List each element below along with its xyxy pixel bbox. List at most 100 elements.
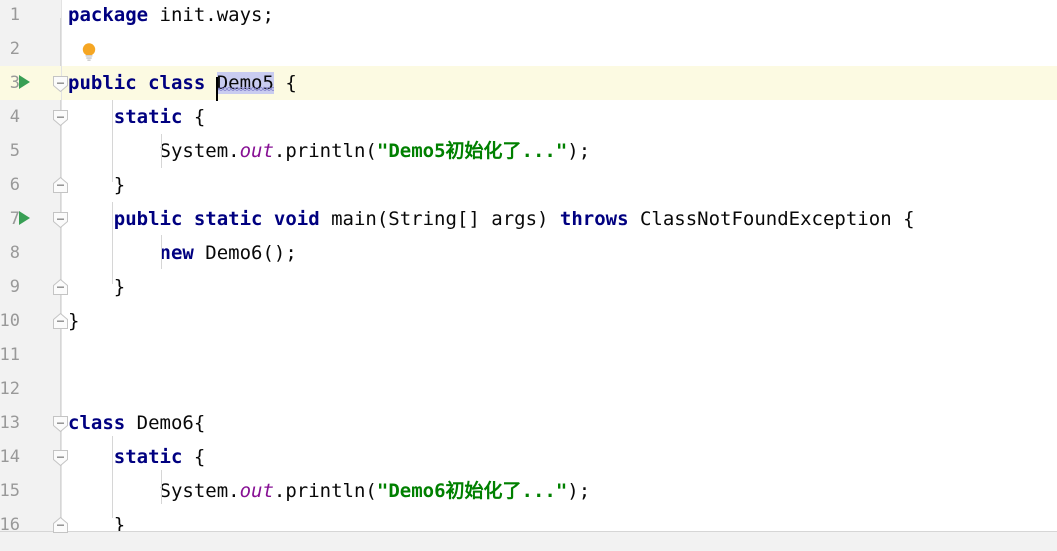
text-caret: [215, 77, 218, 101]
code-token: package: [68, 4, 149, 26]
indent-guide: [112, 202, 113, 284]
code-line[interactable]: new Demo6();: [62, 236, 1057, 270]
code-token: main(String[] args): [331, 208, 560, 230]
code-line-text: }: [68, 168, 125, 202]
code-line-text: }: [68, 270, 125, 304]
code-token: out: [239, 140, 274, 162]
run-arrow-icon[interactable]: [19, 75, 30, 89]
code-line[interactable]: System.out.println("Demo5初始化了...");: [62, 134, 1057, 168]
line-number: 6: [9, 175, 20, 195]
run-arrow-icon[interactable]: [19, 211, 30, 225]
code-token: );: [567, 480, 591, 502]
line-number: 14: [0, 447, 20, 467]
gutter-row[interactable]: 11: [0, 338, 61, 372]
indent-guide: [161, 134, 162, 168]
code-token: {: [182, 106, 206, 128]
line-number: 11: [0, 345, 20, 365]
line-number: 5: [9, 141, 20, 161]
fold-end-icon[interactable]: [51, 312, 70, 331]
code-token: }: [68, 276, 126, 298]
code-line[interactable]: public class Demo5 {: [62, 66, 1057, 101]
code-token: public class: [68, 72, 217, 94]
gutter-row[interactable]: 15: [0, 474, 61, 508]
code-line[interactable]: static {: [62, 100, 1057, 134]
gutter-row[interactable]: 12: [0, 372, 61, 406]
code-editor[interactable]: 1 2 3 4 5 6 7 8 9 10 11 12 13 14 15 16 package init.way…: [0, 0, 1057, 551]
code-token: out: [239, 480, 274, 502]
fold-collapse-icon[interactable]: [51, 210, 70, 229]
code-line[interactable]: package init.ways;: [62, 0, 1057, 32]
code-token: );: [567, 140, 591, 162]
editor-code-area[interactable]: package init.ways; public class Demo5 { s…: [62, 0, 1057, 531]
editor-bottom-strip: [0, 531, 1057, 551]
code-token: init.ways;: [148, 4, 274, 26]
code-line[interactable]: }: [62, 270, 1057, 304]
code-token: Demo6{: [125, 412, 206, 434]
code-token: }: [68, 514, 126, 531]
code-line[interactable]: class Demo6{: [62, 406, 1057, 440]
gutter-row[interactable]: 5: [0, 134, 61, 168]
code-line[interactable]: [62, 338, 1057, 372]
code-line[interactable]: }: [62, 508, 1057, 531]
fold-collapse-icon[interactable]: [51, 414, 70, 433]
code-line-text: }: [68, 508, 125, 531]
line-number: 10: [0, 311, 20, 331]
code-token: "Demo5初始化了...": [376, 140, 568, 162]
code-token: public static void: [113, 208, 332, 230]
code-line[interactable]: static {: [62, 440, 1057, 474]
code-line[interactable]: public static void main(String[] args) t…: [62, 202, 1057, 236]
warning-squiggle: [216, 87, 274, 91]
indent-guide: [112, 100, 113, 182]
code-token: }: [68, 174, 126, 196]
code-line[interactable]: }: [62, 304, 1057, 338]
indent-guide: [161, 470, 162, 504]
gutter-row[interactable]: 2: [0, 32, 61, 66]
code-token: class: [68, 412, 126, 434]
indent-guide: [161, 235, 162, 269]
code-line-text: public static void main(String[] args) t…: [68, 202, 915, 236]
fold-collapse-icon[interactable]: [51, 108, 70, 127]
code-token: static: [113, 106, 183, 128]
code-line-text: package init.ways;: [68, 0, 274, 32]
line-number: 9: [9, 277, 20, 297]
code-token: System.: [68, 480, 240, 502]
code-token: static: [113, 446, 183, 468]
gutter-row[interactable]: 1: [0, 0, 61, 32]
line-number: 15: [0, 481, 20, 501]
line-number: 8: [9, 243, 20, 263]
code-token: "Demo6初始化了...": [376, 480, 568, 502]
line-number: 3: [9, 73, 20, 93]
code-token: {: [273, 72, 297, 94]
code-line[interactable]: System.out.println("Demo6初始化了...");: [62, 474, 1057, 508]
code-line-text: static {: [68, 100, 206, 134]
code-token: ClassNotFoundException {: [628, 208, 915, 230]
code-token: new: [159, 242, 194, 264]
fold-end-icon[interactable]: [51, 278, 70, 297]
fold-end-icon[interactable]: [51, 176, 70, 195]
line-number: 7: [9, 209, 20, 229]
selected-identifier: Demo5: [215, 72, 274, 101]
line-number: 13: [0, 413, 20, 433]
code-line[interactable]: }: [62, 168, 1057, 202]
code-token: Demo6();: [193, 242, 297, 264]
fold-collapse-icon[interactable]: [51, 448, 70, 467]
line-number: 12: [0, 379, 20, 399]
line-number: 1: [9, 5, 20, 25]
code-line-text: System.out.println("Demo6初始化了...");: [68, 474, 591, 508]
code-line[interactable]: [62, 372, 1057, 406]
gutter-row[interactable]: 8: [0, 236, 61, 270]
fold-end-icon[interactable]: [51, 516, 70, 535]
code-line-text: System.out.println("Demo5初始化了...");: [68, 134, 591, 168]
code-line[interactable]: [62, 32, 1057, 66]
code-line-text: new Demo6();: [68, 236, 297, 270]
intention-bulb-icon[interactable]: [80, 39, 98, 61]
code-token: System.: [68, 140, 240, 162]
fold-collapse-icon[interactable]: [51, 74, 70, 93]
code-line-text: static {: [68, 440, 206, 474]
line-number: 4: [9, 107, 20, 127]
code-token: .println(: [273, 480, 377, 502]
